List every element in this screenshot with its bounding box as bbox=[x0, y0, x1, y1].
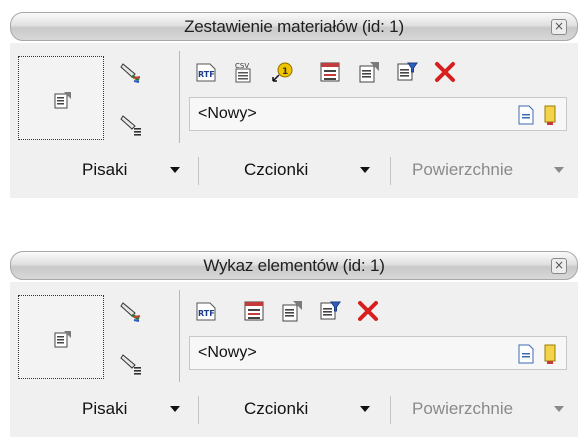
svg-text:RTF: RTF bbox=[198, 309, 215, 318]
elements-title: Wykaz elementów (id: 1) bbox=[203, 256, 385, 275]
chevron-down-icon bbox=[360, 406, 370, 412]
list-view-button[interactable] bbox=[236, 293, 270, 327]
rtf-export-icon: RTF bbox=[196, 63, 216, 82]
surfaces-dropdown[interactable]: Powierzchnie bbox=[398, 393, 574, 425]
properties-icon bbox=[54, 92, 71, 109]
export-rtf-button[interactable]: RTF bbox=[188, 54, 222, 88]
pens-dropdown[interactable]: Pisaki bbox=[18, 154, 190, 186]
filter-icon bbox=[320, 301, 341, 320]
filter-button[interactable] bbox=[312, 293, 346, 327]
materials-body: RTF CSV 1 <Nowy> Pisaki Czcionki Powierz… bbox=[10, 43, 578, 198]
edit-properties-button[interactable] bbox=[274, 293, 308, 327]
surfaces-label: Powierzchnie bbox=[412, 399, 514, 418]
materials-panel: Zestawienie materiałów (id: 1) × RTF CSV… bbox=[10, 12, 578, 198]
export-csv-button[interactable]: CSV bbox=[226, 54, 260, 88]
dropdown-separator bbox=[390, 396, 391, 424]
svg-text:1: 1 bbox=[282, 67, 288, 77]
brush-colors-button[interactable] bbox=[116, 57, 146, 87]
properties-icon bbox=[282, 301, 302, 322]
properties-icon bbox=[359, 62, 379, 83]
list-view-button[interactable] bbox=[312, 54, 346, 88]
toolbar-separator bbox=[179, 290, 180, 382]
save-template-button[interactable] bbox=[540, 104, 560, 126]
brush-list-button[interactable] bbox=[116, 348, 146, 378]
template-combo-value: <Nowy> bbox=[198, 344, 257, 361]
fonts-dropdown[interactable]: Czcionki bbox=[206, 393, 382, 425]
filter-icon bbox=[397, 62, 418, 81]
brush-colors-button[interactable] bbox=[116, 296, 146, 326]
elements-body: RTF <Nowy> Pisaki Czcionki Powierzchnie bbox=[10, 282, 578, 437]
csv-export-icon: CSV bbox=[235, 62, 251, 83]
materials-title: Zestawienie materiałów (id: 1) bbox=[184, 17, 404, 36]
fonts-label: Czcionki bbox=[244, 160, 309, 179]
fonts-dropdown[interactable]: Czcionki bbox=[206, 154, 382, 186]
pointer-number-icon: 1 bbox=[272, 62, 293, 82]
elements-titlebar[interactable]: Wykaz elementów (id: 1) × bbox=[10, 251, 578, 280]
template-combo-value: <Nowy> bbox=[198, 105, 257, 122]
elements-panel: Wykaz elementów (id: 1) × RTF <Nowy> Pis… bbox=[10, 251, 578, 437]
new-document-icon bbox=[518, 105, 534, 125]
toolbar-separator bbox=[179, 51, 180, 143]
edit-properties-button[interactable] bbox=[351, 54, 385, 88]
surfaces-label: Powierzchnie bbox=[412, 160, 514, 179]
surfaces-dropdown[interactable]: Powierzchnie bbox=[398, 154, 574, 186]
yellow-document-icon bbox=[544, 344, 556, 364]
list-view-icon bbox=[244, 301, 264, 321]
new-template-button[interactable] bbox=[516, 104, 536, 126]
paint-brush-icon bbox=[120, 63, 141, 83]
pens-label: Pisaki bbox=[82, 160, 128, 179]
new-template-button[interactable] bbox=[516, 343, 536, 365]
number-pick-button[interactable]: 1 bbox=[264, 54, 298, 88]
template-combo[interactable]: <Nowy> bbox=[189, 336, 567, 370]
new-document-icon bbox=[518, 344, 534, 364]
paint-brush-list-icon bbox=[120, 115, 141, 136]
template-combo[interactable]: <Nowy> bbox=[189, 97, 567, 131]
chevron-down-icon bbox=[170, 406, 180, 412]
properties-icon bbox=[54, 331, 71, 348]
paint-brush-list-icon bbox=[120, 354, 141, 375]
pens-label: Pisaki bbox=[82, 399, 128, 418]
chevron-down-icon bbox=[554, 406, 564, 412]
properties-button[interactable] bbox=[18, 295, 104, 379]
rtf-export-icon: RTF bbox=[196, 302, 216, 321]
chevron-down-icon bbox=[170, 167, 180, 173]
delete-icon bbox=[435, 62, 455, 82]
dropdown-separator bbox=[198, 157, 199, 185]
chevron-down-icon bbox=[360, 167, 370, 173]
paint-brush-icon bbox=[120, 302, 141, 322]
chevron-down-icon bbox=[554, 167, 564, 173]
materials-bottom-bar: Pisaki Czcionki Powierzchnie bbox=[10, 147, 578, 191]
dropdown-separator bbox=[390, 157, 391, 185]
delete-button[interactable] bbox=[350, 293, 384, 327]
yellow-document-icon bbox=[544, 105, 556, 125]
save-template-button[interactable] bbox=[540, 343, 560, 365]
close-icon[interactable]: × bbox=[551, 19, 567, 35]
list-view-icon bbox=[320, 62, 340, 82]
export-rtf-button[interactable]: RTF bbox=[188, 293, 222, 327]
close-icon[interactable]: × bbox=[551, 258, 567, 274]
svg-text:RTF: RTF bbox=[198, 70, 215, 79]
delete-icon bbox=[358, 301, 378, 321]
dropdown-separator bbox=[198, 396, 199, 424]
filter-button[interactable] bbox=[389, 54, 423, 88]
brush-list-button[interactable] bbox=[116, 109, 146, 139]
elements-bottom-bar: Pisaki Czcionki Powierzchnie bbox=[10, 386, 578, 430]
properties-button[interactable] bbox=[18, 56, 104, 140]
fonts-label: Czcionki bbox=[244, 399, 309, 418]
delete-button[interactable] bbox=[427, 54, 461, 88]
materials-titlebar[interactable]: Zestawienie materiałów (id: 1) × bbox=[10, 12, 578, 41]
svg-text:CSV: CSV bbox=[235, 62, 249, 70]
pens-dropdown[interactable]: Pisaki bbox=[18, 393, 190, 425]
